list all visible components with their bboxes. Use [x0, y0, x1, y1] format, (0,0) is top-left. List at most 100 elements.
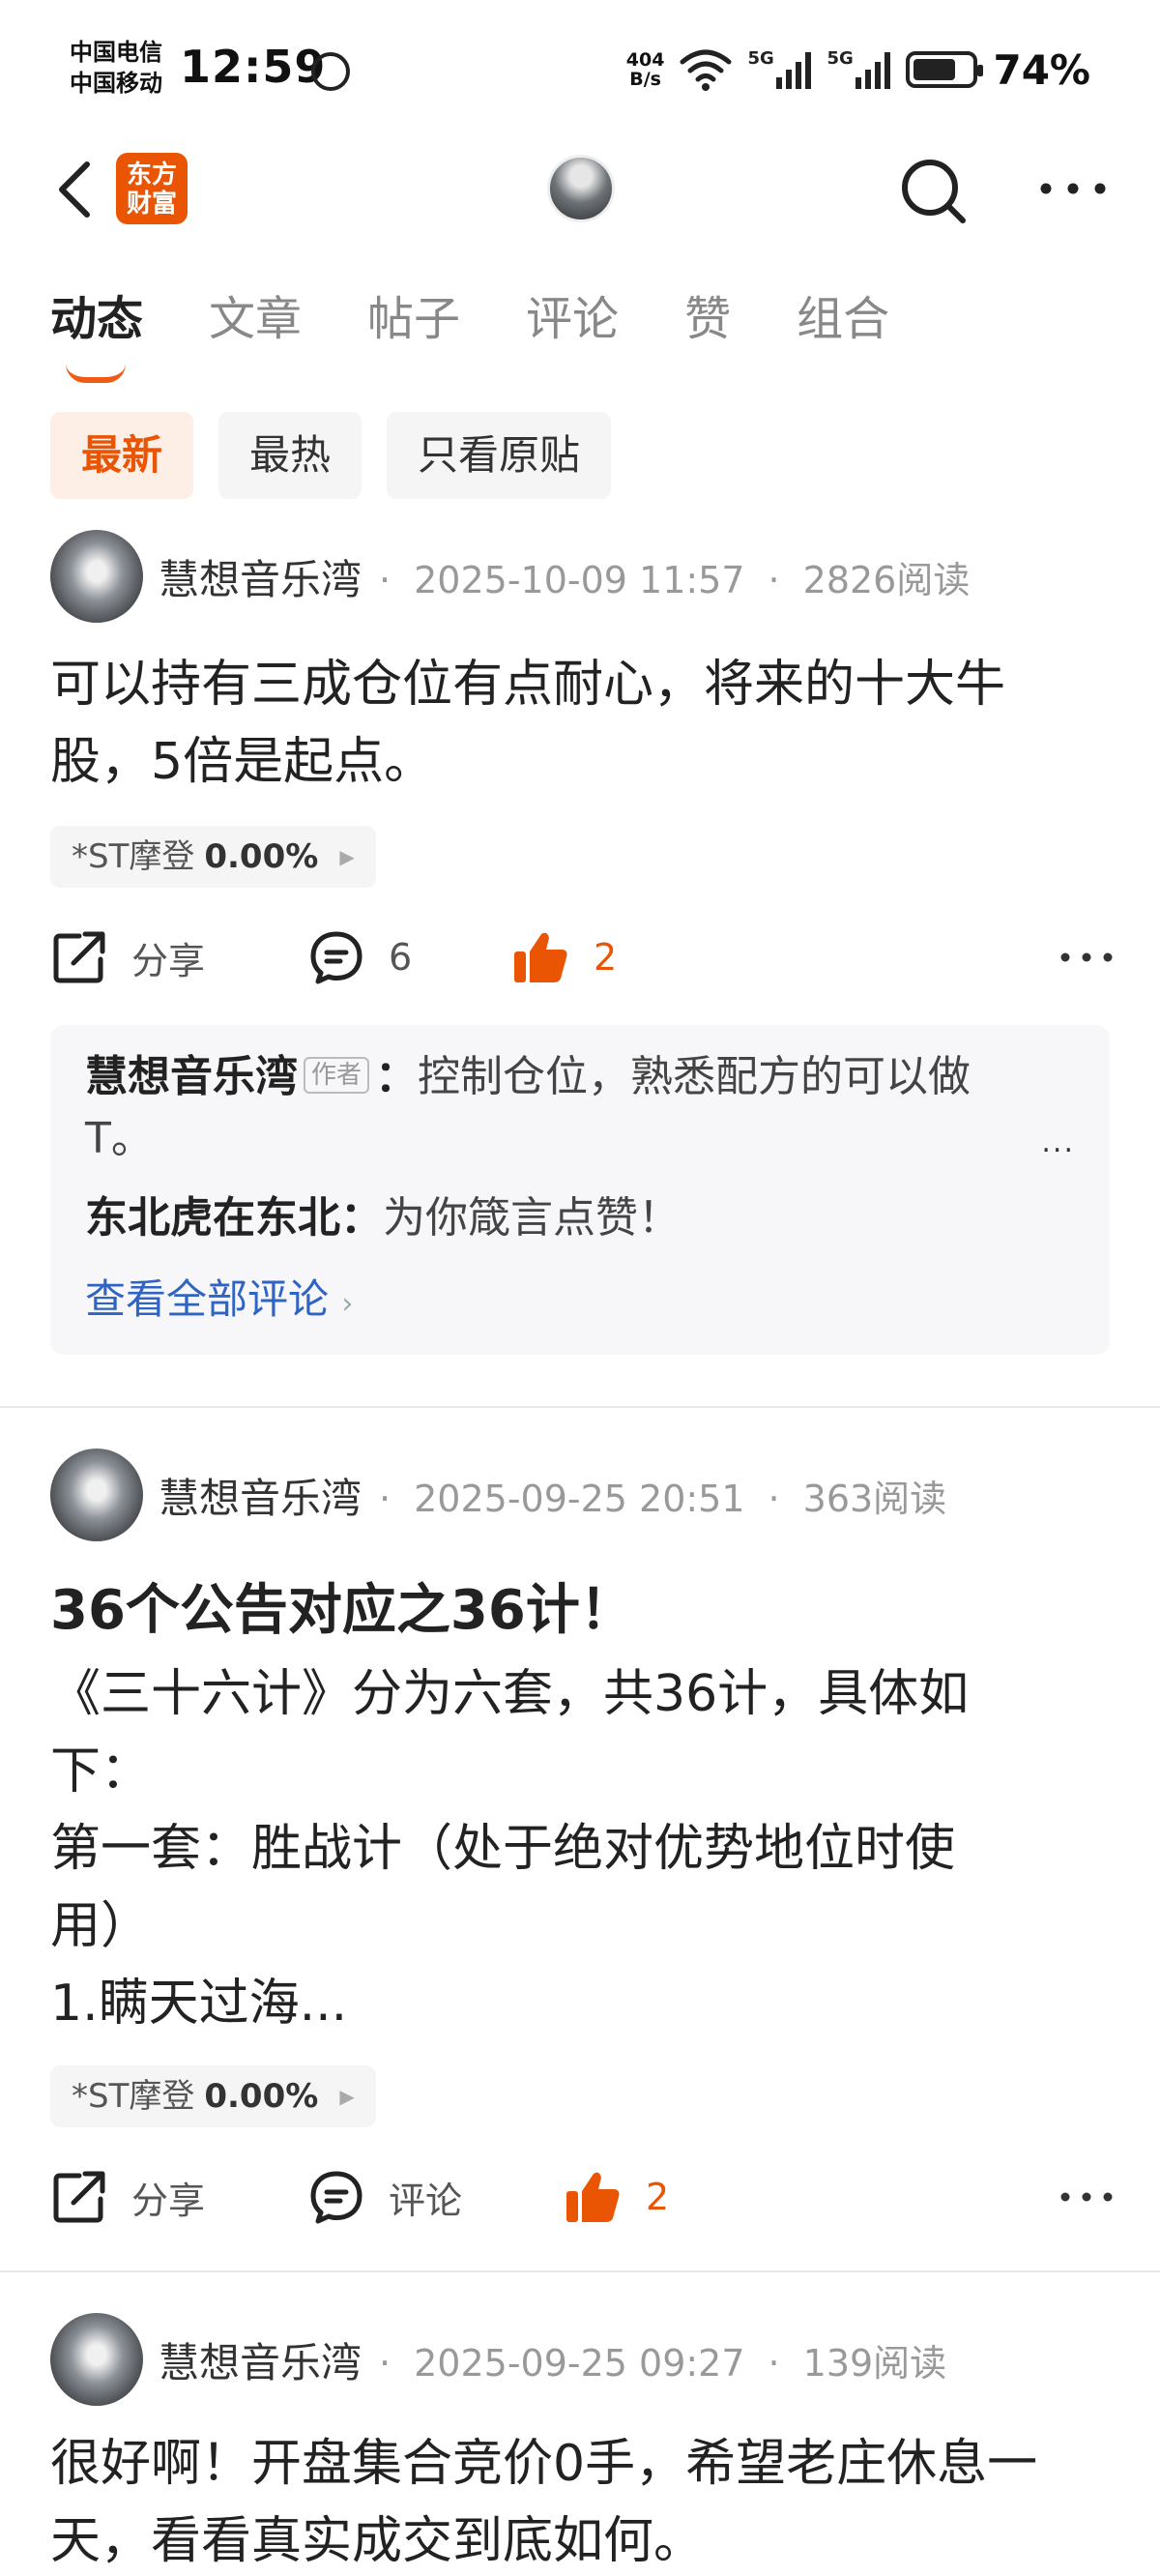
post-date: 2025-10-09 11:57 [414, 558, 745, 601]
data-saver-icon [311, 52, 350, 91]
battery-percent: 74% [993, 45, 1090, 94]
comment-button[interactable]: 评论 [307, 2158, 462, 2236]
net-speed-value: 404 [625, 49, 665, 71]
view-all-comments-link[interactable]: 查看全部评论 › [85, 1271, 1075, 1333]
tab-dynamics[interactable]: 动态 [50, 280, 143, 383]
thumbs-up-icon [514, 932, 567, 982]
post-title[interactable]: 36个公告对应之36计！ [50, 1566, 634, 1645]
comment-text: 为你箴言点赞！ [383, 1193, 681, 1243]
tab-articles[interactable]: 文章 [209, 280, 302, 348]
post-body-line: 《三十六计》分为六套，共36计，具体如 [50, 1665, 970, 1723]
filter-latest[interactable]: 最新 [50, 412, 194, 499]
stock-change: 0.00% [204, 837, 319, 876]
logo-line-2: 财富 [126, 190, 177, 219]
sim2-label: 5G [826, 48, 854, 69]
chevron-left-icon[interactable] [50, 159, 104, 220]
post-body[interactable]: 可以持有三成仓位有点耐心，将来的十大牛 股，5倍是起点。 [50, 646, 1114, 801]
net-speed: 404 B/s [626, 50, 665, 89]
post-meta: · 2025-09-25 20:51 · 363阅读 [379, 1477, 947, 1520]
carrier-names: 中国电信 中国移动 [70, 37, 162, 99]
post-author-row: 慧想音乐湾 · 2025-10-09 11:57 · 2826阅读 [50, 528, 970, 625]
search-icon[interactable] [895, 153, 972, 230]
avatar[interactable] [50, 530, 143, 623]
author-badge: 作者 [304, 1057, 370, 1094]
comment-label: 评论 [389, 2179, 463, 2222]
comment-more-ellipsis[interactable]: ... [1041, 1112, 1075, 1174]
signal-sim1-icon: 5G [747, 48, 812, 89]
post-body[interactable]: 《三十六计》分为六套，共36计，具体如 下： 第一套：胜战计（处于绝对优势地位时… [50, 1655, 1114, 2042]
signal-sim2-icon: 5G [826, 48, 891, 89]
stock-tag[interactable]: *ST摩登 0.00% ▶ [50, 826, 376, 888]
sim1-label: 5G [747, 48, 774, 69]
post-body[interactable]: 很好啊！开盘集合竞价0手，希望老庄休息一 天，看看真实成交到底如何。 [50, 2425, 1114, 2576]
triangle-right-icon: ▶ [339, 845, 355, 868]
comment-count: 6 [389, 936, 413, 979]
comment-button[interactable]: 6 [307, 919, 412, 996]
profile-avatar[interactable] [547, 155, 615, 222]
comment-item[interactable]: 东北虎在东北：为你箴言点赞！ [85, 1187, 1075, 1249]
more-horizontal-icon[interactable] [1059, 919, 1114, 996]
filter-hottest[interactable]: 最热 [218, 412, 362, 499]
post-meta: · 2025-09-25 09:27 · 139阅读 [379, 2341, 947, 2385]
comment-item[interactable]: 慧想音乐湾 作者 ：控制仓位，熟悉配方的可以做 T。 ... [85, 1046, 1075, 1170]
author-name[interactable]: 慧想音乐湾 [159, 1466, 362, 1525]
tab-comments[interactable]: 评论 [526, 280, 619, 348]
carrier-2: 中国移动 [70, 70, 162, 97]
post-card[interactable]: 慧想音乐湾 · 2025-09-25 09:27 · 139阅读 很好啊！开盘集合竞价… [0, 2305, 1160, 2576]
post-card[interactable]: 慧想音乐湾 · 2025-09-25 20:51 · 363阅读 36个公告对应之36… [0, 1441, 1160, 2253]
comment-sep: ： [340, 1193, 383, 1243]
more-horizontal-icon[interactable] [1034, 164, 1112, 213]
share-button[interactable]: 分享 [50, 919, 205, 996]
stock-change: 0.00% [204, 2077, 319, 2116]
author-name[interactable]: 慧想音乐湾 [159, 2330, 362, 2389]
more-horizontal-icon[interactable] [1059, 2158, 1114, 2236]
profile-tabs: 动态 文章 帖子 评论 赞 组合 [50, 280, 955, 383]
share-label: 分享 [131, 939, 206, 982]
carrier-1: 中国电信 [70, 39, 162, 66]
post-body-line: 用） [50, 1897, 152, 1955]
comment-icon [310, 2171, 362, 2224]
clock: 12:59 [180, 41, 327, 93]
share-icon [53, 2171, 105, 2223]
post-author-row: 慧想音乐湾 · 2025-09-25 20:51 · 363阅读 [50, 1447, 946, 1543]
net-speed-unit: B/s [629, 69, 661, 90]
avatar[interactable] [50, 1449, 143, 1541]
stock-tag[interactable]: *ST摩登 0.00% ▶ [50, 2065, 376, 2127]
post-author-row: 慧想音乐湾 · 2025-09-25 09:27 · 139阅读 [50, 2311, 946, 2408]
comment-preview-box[interactable]: 慧想音乐湾 作者 ：控制仓位，熟悉配方的可以做 T。 ... 东北虎在东北：为你箴言点… [50, 1025, 1110, 1355]
divider [0, 2270, 1160, 2272]
post-date: 2025-09-25 09:27 [414, 2341, 745, 2385]
filter-original-only[interactable]: 只看原贴 [387, 412, 612, 499]
post-reads: 139阅读 [802, 2341, 947, 2385]
app-logo[interactable]: 东方 财富 [116, 153, 188, 224]
post-body-line: 第一套：胜战计（处于绝对优势地位时使 [50, 1820, 956, 1878]
divider [0, 1406, 1160, 1408]
status-bar: 中国电信 中国移动 12:59 404 B/s 5G 5G 74% [0, 0, 1160, 135]
view-all-label: 查看全部评论 [85, 1275, 330, 1323]
share-button[interactable]: 分享 [50, 2158, 205, 2236]
post-body-line: 很好啊！开盘集合竞价0手，希望老庄休息一 [50, 2435, 1038, 2493]
avatar[interactable] [50, 2313, 143, 2406]
wifi-icon [680, 49, 732, 91]
comment-user[interactable]: 东北虎在东北 [85, 1193, 340, 1243]
post-body-line: 1.瞒天过海... [50, 1975, 348, 2033]
comment-text-cont: T。 [85, 1114, 154, 1163]
stock-name: *ST摩登 [72, 837, 195, 876]
top-nav-bar: 东方 财富 [0, 135, 1160, 244]
comment-user[interactable]: 慧想音乐湾 [85, 1052, 298, 1101]
like-button[interactable]: 2 [563, 2158, 669, 2236]
tab-likes[interactable]: 赞 [684, 280, 731, 348]
comment-sep: ： [375, 1052, 419, 1101]
post-card[interactable]: 慧想音乐湾 · 2025-10-09 11:57 · 2826阅读 可以持有三成仓位有… [0, 522, 1160, 1392]
triangle-right-icon: ▶ [339, 2085, 355, 2108]
post-reads: 363阅读 [802, 1477, 947, 1520]
like-button[interactable]: 2 [510, 919, 617, 996]
comment-text: 控制仓位，熟悉配方的可以做 [418, 1052, 972, 1101]
post-actions: 分享 6 2 [50, 919, 1114, 996]
tab-posts[interactable]: 帖子 [367, 280, 460, 348]
like-count: 2 [594, 936, 618, 979]
stock-name: *ST摩登 [72, 2077, 195, 2116]
author-name[interactable]: 慧想音乐湾 [159, 547, 362, 606]
battery-icon [906, 51, 984, 88]
tab-portfolio[interactable]: 组合 [797, 280, 889, 348]
